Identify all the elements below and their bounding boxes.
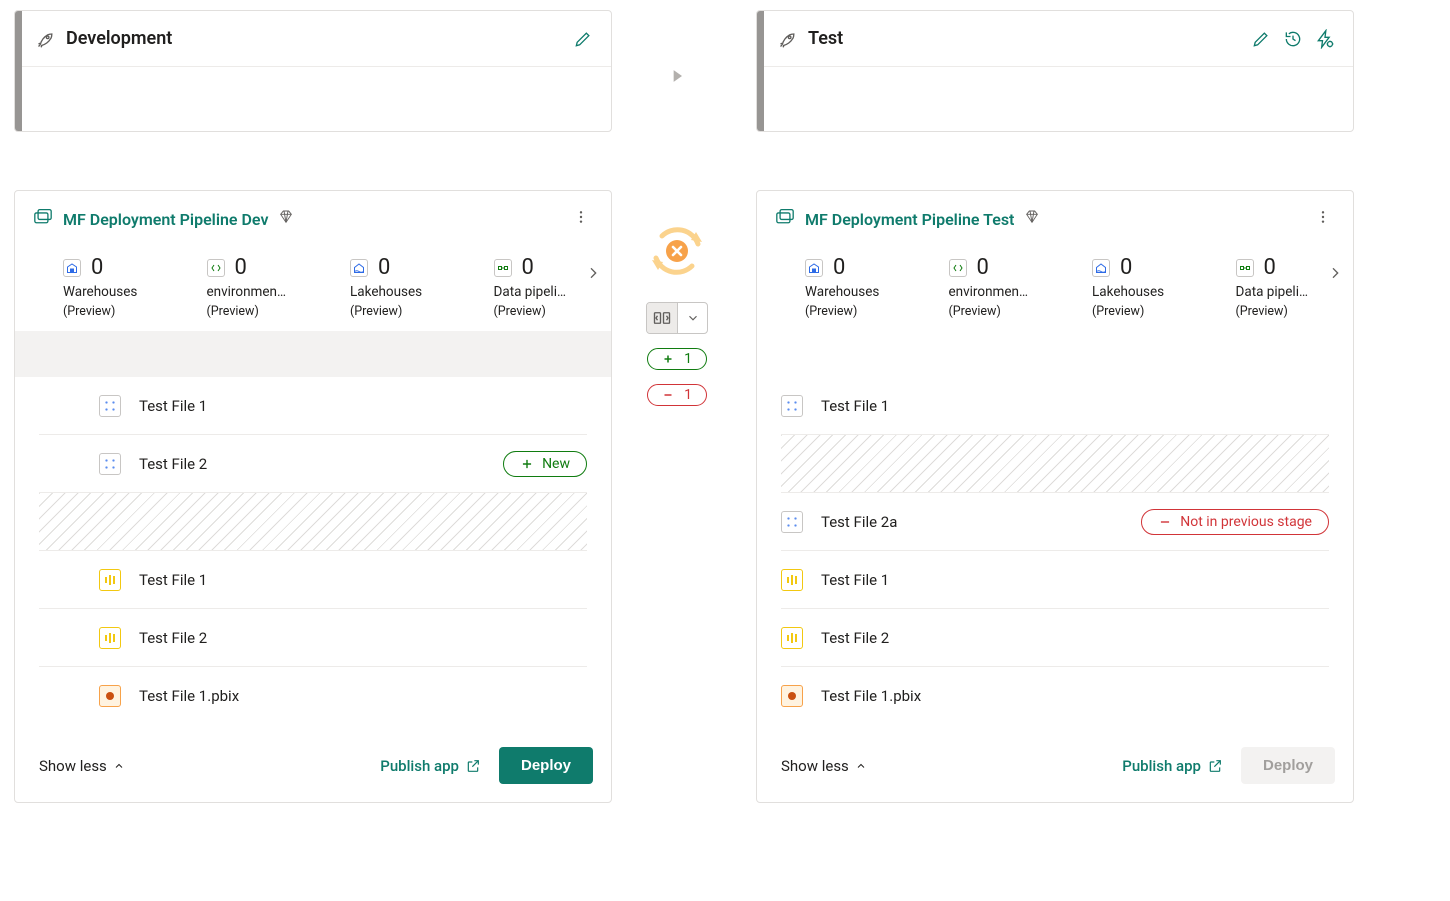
placeholder-row — [39, 493, 587, 551]
workspace-name[interactable]: MF Deployment Pipeline Dev — [63, 210, 268, 229]
count-datapipelines[interactable]: 0 Data pipeli… (Preview) — [1236, 255, 1342, 319]
list-item[interactable]: Test File 1 — [781, 377, 1329, 435]
list-item[interactable]: Test File 2a Not in previous stage — [781, 493, 1329, 551]
stage-title: Development — [66, 28, 172, 49]
stage-card-development: Development — [14, 10, 612, 132]
count-lakehouses[interactable]: 0 Lakehouses (Preview) — [350, 255, 456, 319]
minus-icon — [1158, 515, 1172, 529]
minus-icon — [662, 389, 674, 401]
plus-icon — [520, 457, 534, 471]
stage-card-test: Test — [756, 10, 1354, 132]
count-environments[interactable]: 0 environmen… (Preview) — [207, 255, 313, 319]
more-menu-icon[interactable] — [1311, 205, 1335, 233]
workspace-icon — [775, 208, 795, 230]
publish-app-link[interactable]: Publish app — [380, 757, 481, 775]
stage-stripe — [757, 11, 764, 131]
warehouse-icon — [805, 259, 823, 277]
environment-icon — [207, 259, 225, 277]
stage-stripe — [15, 11, 22, 131]
count-lakehouses[interactable]: 0 Lakehouses (Preview) — [1092, 255, 1198, 319]
show-less-toggle[interactable]: Show less — [39, 757, 125, 775]
rocket-icon — [778, 29, 798, 49]
premium-diamond-icon — [278, 209, 294, 229]
count-warehouses[interactable]: 0 Warehouses (Preview) — [805, 255, 911, 319]
lakehouse-icon — [350, 259, 368, 277]
warehouse-icon — [63, 259, 81, 277]
report-icon — [781, 627, 803, 649]
plus-icon — [662, 353, 674, 365]
history-icon[interactable] — [1283, 29, 1303, 49]
list-item[interactable]: Test File 1 — [781, 551, 1329, 609]
new-badge: New — [503, 451, 587, 477]
counts-scroll-right-icon[interactable] — [585, 265, 601, 285]
count-datapipelines[interactable]: 0 Data pipeli… (Preview) — [494, 255, 600, 319]
chevron-up-icon — [855, 760, 867, 772]
not-in-previous-badge: Not in previous stage — [1141, 509, 1329, 535]
report-icon — [99, 569, 121, 591]
list-item[interactable]: Test File 1 — [39, 551, 587, 609]
counts-row: 0 Warehouses (Preview) 0 environmen… — [757, 247, 1353, 331]
show-less-toggle[interactable]: Show less — [781, 757, 867, 775]
list-item[interactable]: Test File 1.pbix — [781, 667, 1329, 725]
compare-view-toggle[interactable] — [646, 302, 708, 334]
compare-dropdown-icon[interactable] — [677, 303, 707, 333]
chevron-up-icon — [113, 760, 125, 772]
workspace-name[interactable]: MF Deployment Pipeline Test — [805, 210, 1014, 229]
added-count-pill: 1 — [647, 348, 707, 370]
removed-count-pill: 1 — [647, 384, 707, 406]
count-warehouses[interactable]: 0 Warehouses (Preview) — [63, 255, 169, 319]
workspace-panel-dev: MF Deployment Pipeline Dev — [14, 190, 612, 803]
dataset-icon — [99, 685, 121, 707]
placeholder-row — [781, 435, 1329, 493]
workspace-panel-test: MF Deployment Pipeline Test — [756, 190, 1354, 803]
filter-band — [15, 331, 611, 377]
semantic-model-icon — [781, 395, 803, 417]
report-icon — [781, 569, 803, 591]
semantic-model-icon — [99, 395, 121, 417]
edit-icon[interactable] — [573, 29, 593, 49]
list-item[interactable]: Test File 1.pbix — [39, 667, 587, 725]
semantic-model-icon — [99, 453, 121, 475]
next-stage-arrow-icon[interactable] — [667, 66, 687, 90]
semantic-model-icon — [781, 511, 803, 533]
lakehouse-icon — [1092, 259, 1110, 277]
external-link-icon — [1207, 758, 1223, 774]
count-environments[interactable]: 0 environmen… (Preview) — [949, 255, 1055, 319]
list-item[interactable]: Test File 1 — [39, 377, 587, 435]
compare-side-by-side-icon[interactable] — [647, 303, 677, 333]
rules-settings-icon[interactable] — [1315, 29, 1335, 49]
deploy-button[interactable]: Deploy — [499, 747, 593, 784]
counts-row: 0 Warehouses (Preview) 0 environmen… — [15, 247, 611, 331]
list-item[interactable]: Test File 2 — [781, 609, 1329, 667]
deploy-button: Deploy — [1241, 747, 1335, 784]
more-menu-icon[interactable] — [569, 205, 593, 233]
environment-icon — [949, 259, 967, 277]
edit-icon[interactable] — [1251, 29, 1271, 49]
list-item[interactable]: Test File 2 — [39, 609, 587, 667]
dataset-icon — [781, 685, 803, 707]
stage-title: Test — [808, 28, 843, 49]
report-icon — [99, 627, 121, 649]
pipeline-icon — [1236, 259, 1254, 277]
compare-status-icon[interactable] — [648, 222, 706, 280]
workspace-icon — [33, 208, 53, 230]
publish-app-link[interactable]: Publish app — [1122, 757, 1223, 775]
premium-diamond-icon — [1024, 209, 1040, 229]
rocket-icon — [36, 29, 56, 49]
counts-scroll-right-icon[interactable] — [1327, 265, 1343, 285]
external-link-icon — [465, 758, 481, 774]
list-item[interactable]: Test File 2 New — [39, 435, 587, 493]
pipeline-icon — [494, 259, 512, 277]
